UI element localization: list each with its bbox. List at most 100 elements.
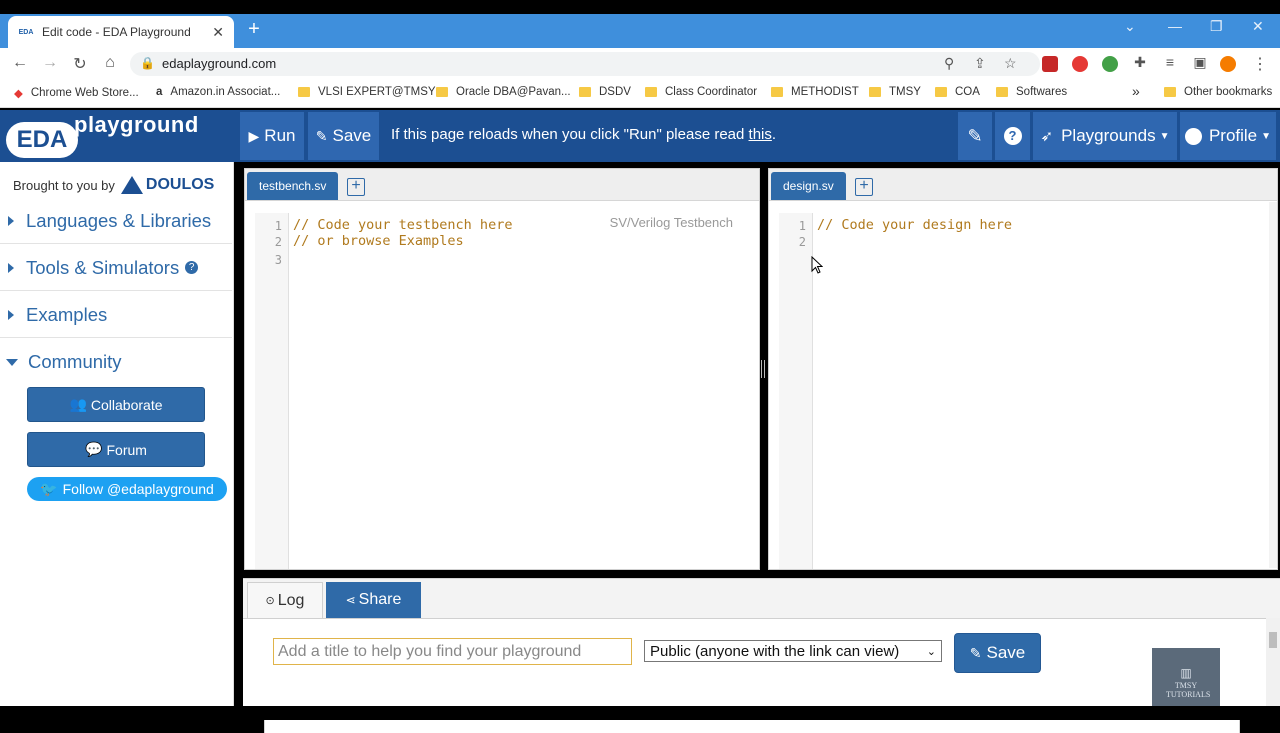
collaborate-button[interactable]: 👥 Collaborate: [27, 387, 205, 422]
playgrounds-dropdown[interactable]: ➶ Playgrounds ▼: [1033, 112, 1177, 160]
bookmark-label: Softwares: [1016, 86, 1068, 98]
bookmark-methodist[interactable]: METHODIST: [771, 86, 859, 98]
save-button[interactable]: ✎ Save: [308, 112, 379, 160]
bookmark-tmsy[interactable]: TMSY: [869, 86, 921, 98]
design-editor-pane: design.sv + 1 2 // Code your design here: [768, 168, 1278, 570]
scrollbar-thumb[interactable]: [1269, 632, 1277, 648]
editor-scrollbar[interactable]: [1269, 202, 1277, 568]
close-tab-icon[interactable]: ✕: [212, 24, 224, 41]
more-bookmarks-button[interactable]: »: [1132, 83, 1140, 99]
doulos-logo[interactable]: DOULOS: [120, 176, 215, 194]
extension-red-icon[interactable]: [1042, 56, 1058, 72]
line-number: 2: [274, 235, 282, 249]
edit-profile-button[interactable]: ✎: [958, 112, 992, 160]
minimize-icon[interactable]: —: [1168, 18, 1182, 34]
doulos-text: DOULOS: [145, 176, 215, 193]
back-icon[interactable]: ←: [10, 54, 30, 72]
tab-search-icon[interactable]: ⌄: [1124, 18, 1136, 35]
bookmark-chrome-web-store[interactable]: ◆ Chrome Web Store...: [14, 86, 139, 100]
bookmark-amazon[interactable]: a Amazon.in Associat...: [156, 86, 280, 98]
bookmark-vlsi-expert[interactable]: VLSI EXPERT@TMSY: [298, 86, 436, 98]
sidebar-item-label: Tools & Simulators: [26, 256, 180, 278]
home-icon[interactable]: ⌂: [100, 54, 120, 72]
question-circle-icon: ?: [1003, 127, 1022, 145]
comment-icon: 💬: [85, 441, 103, 457]
folder-icon: [869, 87, 881, 97]
folder-icon: [771, 87, 783, 97]
sidebar-item-examples[interactable]: Examples: [0, 292, 232, 338]
run-button[interactable]: ▶ Run: [240, 112, 304, 160]
twitter-label: Follow @edaplayground: [62, 481, 214, 497]
tab-share[interactable]: ⋖ Share: [326, 582, 421, 618]
bookmark-oracle-dba[interactable]: Oracle DBA@Pavan...: [436, 86, 571, 98]
menu-kebab-icon[interactable]: ⋮: [1250, 54, 1270, 74]
help-button[interactable]: ?: [995, 112, 1030, 160]
testbench-editor-pane: testbench.sv + 1 2 3 // Code your testbe…: [244, 168, 760, 570]
forward-icon[interactable]: →: [40, 54, 60, 72]
eda-playground-logo[interactable]: EDA playground: [6, 112, 216, 158]
reading-list-icon[interactable]: ≡: [1160, 54, 1180, 70]
code-line[interactable]: // Code your testbench here: [293, 217, 512, 233]
extensions-puzzle-icon[interactable]: ✚: [1130, 54, 1150, 71]
share-details-box: [264, 719, 1240, 733]
side-panel-icon[interactable]: ▣: [1190, 54, 1210, 71]
tab-design-sv[interactable]: design.sv: [771, 172, 846, 200]
line-number: 2: [798, 235, 806, 249]
address-bar[interactable]: 🔒 edaplayground.com ⚲ ⇪ ☆: [130, 52, 1040, 76]
folder-icon: [996, 87, 1008, 97]
collaborate-label: Collaborate: [90, 396, 163, 413]
folder-icon: [436, 87, 448, 97]
zoom-icon[interactable]: ⚲: [944, 55, 954, 72]
new-tab-icon[interactable]: +: [244, 18, 264, 41]
folder-icon: [645, 87, 657, 97]
bookmark-softwares[interactable]: Softwares: [996, 86, 1067, 98]
tab-log[interactable]: ⊙ Log: [247, 582, 323, 618]
logo-playground-text: playground: [74, 112, 199, 137]
sidebar-item-community[interactable]: Community: [0, 339, 232, 385]
browser-tab[interactable]: EDA Edit code - EDA Playground ✕: [8, 16, 234, 48]
twitter-bird-icon: 🐦: [40, 480, 58, 497]
playgrounds-label: Playgrounds: [1061, 126, 1156, 145]
extension-target-icon[interactable]: [1072, 56, 1088, 72]
users-icon: 👥: [69, 396, 87, 412]
bookmark-other[interactable]: Other bookmarks: [1164, 86, 1272, 98]
code-line[interactable]: // Code your design here: [817, 217, 1012, 233]
folder-icon: [298, 87, 310, 97]
tab-testbench-sv[interactable]: testbench.sv: [247, 172, 339, 200]
playground-title-input[interactable]: [273, 638, 632, 665]
caret-down-icon: [6, 358, 18, 366]
play-icon: ▶: [248, 127, 260, 144]
extension-globe-icon[interactable]: [1102, 56, 1118, 72]
thumbnail-text: TMSY TUTORIALS: [1166, 680, 1211, 699]
bookmark-star-icon[interactable]: ☆: [1004, 55, 1017, 72]
profile-avatar-icon[interactable]: [1220, 56, 1236, 72]
window-close-icon[interactable]: ✕: [1252, 18, 1264, 35]
forum-button[interactable]: 💬 Forum: [27, 432, 205, 467]
sidebar-item-languages[interactable]: Languages & Libraries: [0, 198, 232, 244]
reload-icon[interactable]: ↻: [70, 54, 90, 74]
share-save-label: Save: [986, 643, 1026, 662]
bookmark-label: METHODIST: [791, 86, 859, 98]
sponsor-credit: Brought to you by DOULOS: [13, 176, 214, 194]
help-question-icon[interactable]: ?: [185, 261, 199, 274]
restore-icon[interactable]: ❐: [1210, 18, 1223, 35]
mouse-cursor-icon: [811, 256, 823, 274]
profile-dropdown[interactable]: Profile ▼: [1180, 112, 1276, 160]
bookmark-dsdv[interactable]: DSDV: [579, 86, 631, 98]
bookmark-class-coordinator[interactable]: Class Coordinator: [645, 86, 757, 98]
add-file-icon[interactable]: +: [347, 178, 365, 196]
caret-right-icon: [8, 309, 14, 320]
twitter-follow-button[interactable]: 🐦 Follow @edaplayground: [27, 477, 227, 501]
sidebar-item-tools[interactable]: Tools & Simulators ?: [0, 245, 232, 291]
add-file-icon[interactable]: +: [855, 178, 873, 196]
share-page-icon[interactable]: ⇪: [974, 55, 986, 72]
visibility-select[interactable]: Public (anyone with the link can view) ⌄: [644, 640, 942, 662]
share-save-button[interactable]: ✎ Save: [954, 633, 1041, 673]
pane-splitter-handle[interactable]: [761, 360, 765, 378]
bottom-scrollbar[interactable]: [1266, 618, 1280, 707]
folder-icon: [935, 87, 947, 97]
code-line[interactable]: // or browse Examples: [293, 233, 464, 249]
notice-link[interactable]: this: [749, 126, 772, 143]
logo-eda-text: EDA: [6, 122, 78, 158]
bookmark-coa[interactable]: COA: [935, 86, 980, 98]
